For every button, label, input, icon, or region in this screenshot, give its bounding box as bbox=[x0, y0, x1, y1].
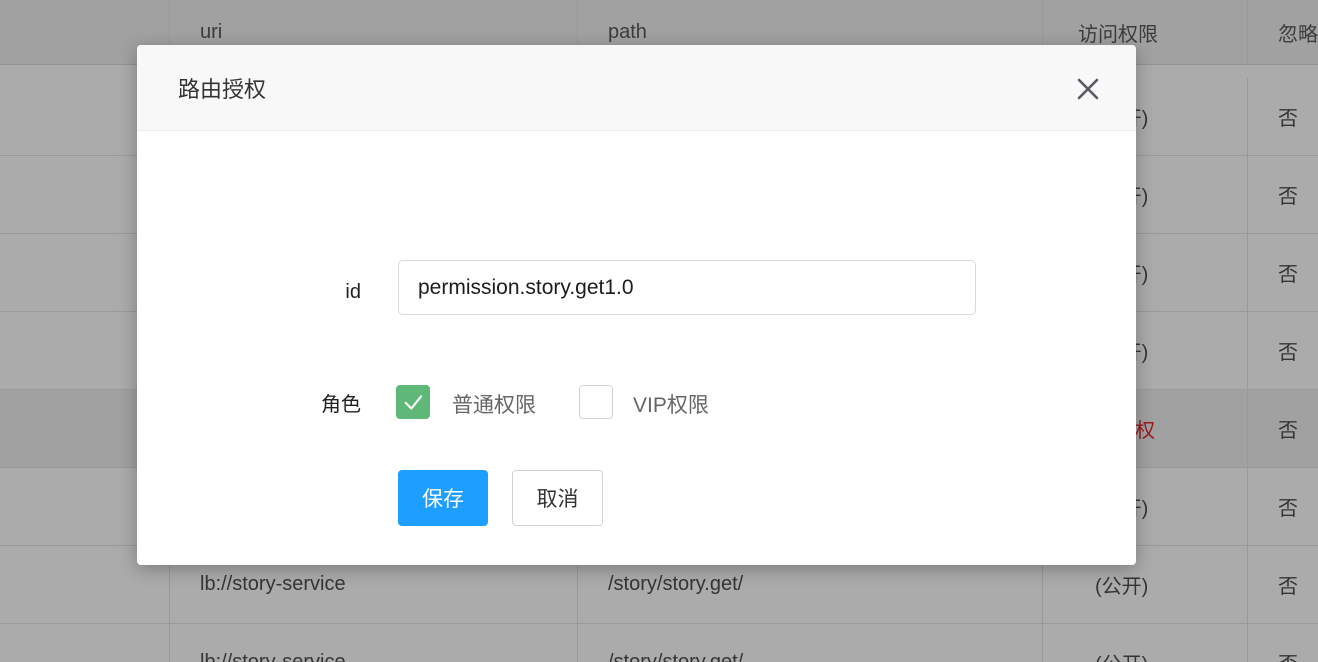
checkbox-normal-permission[interactable] bbox=[396, 385, 430, 419]
route-auth-modal: 路由授权 id 角色 普通权限 VIP权限 保存 取消 bbox=[137, 45, 1136, 565]
cancel-button[interactable]: 取消 bbox=[512, 470, 603, 526]
checkbox-vip-permission[interactable] bbox=[579, 385, 613, 419]
modal-header: 路由授权 bbox=[137, 45, 1136, 131]
close-icon[interactable] bbox=[1075, 76, 1101, 102]
checkbox-normal-permission-label[interactable]: 普通权限 bbox=[452, 389, 536, 419]
modal-title: 路由授权 bbox=[178, 45, 266, 130]
save-button[interactable]: 保存 bbox=[398, 470, 488, 526]
id-input[interactable] bbox=[398, 260, 976, 315]
modal-body: id 角色 普通权限 VIP权限 保存 取消 bbox=[137, 131, 1136, 566]
id-field-label: id bbox=[261, 281, 361, 304]
checkbox-vip-permission-label[interactable]: VIP权限 bbox=[633, 389, 709, 419]
role-field-label: 角色 bbox=[261, 388, 361, 417]
page: uri path 访问权限 忽略 lb://story-service/stor… bbox=[0, 0, 1318, 662]
